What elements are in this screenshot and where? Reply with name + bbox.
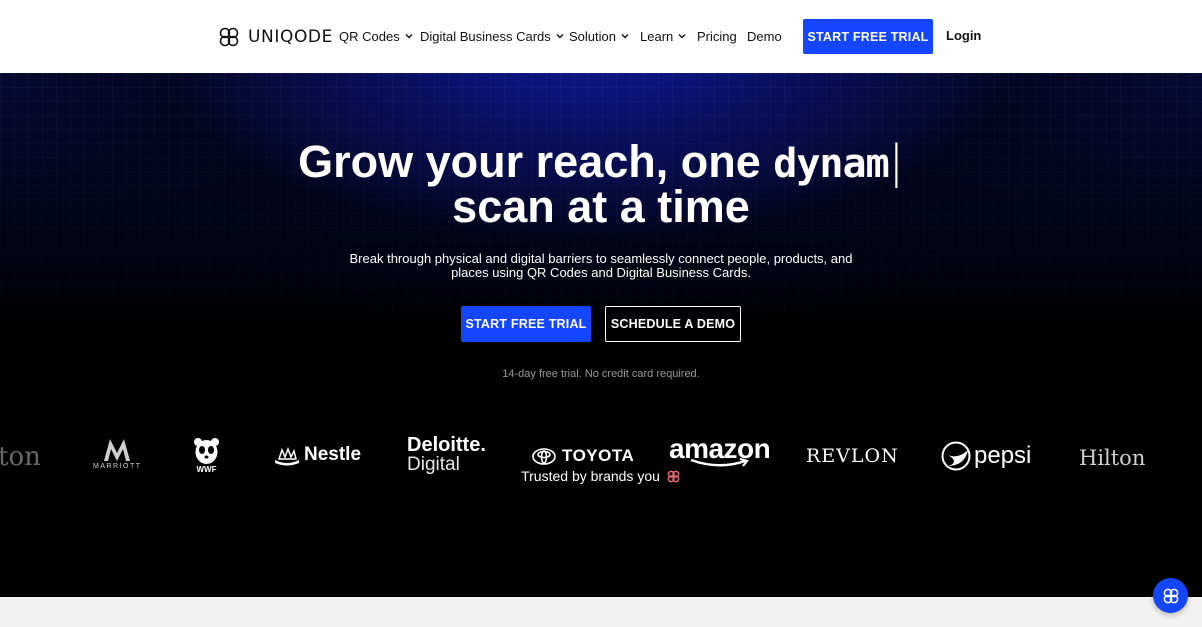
uniqode-logo[interactable]: UNIQODE — [217, 24, 333, 49]
marriott-text: MARRIOTT — [93, 463, 142, 470]
hero-subtext: Break through physical and digital barri… — [349, 251, 853, 280]
trial-note: 14-day free trial. No credit card requir… — [502, 368, 700, 380]
trusted-label: Trusted by brands you — [521, 468, 660, 484]
nav-qr-codes[interactable]: QR Codes — [339, 27, 414, 45]
nest-birds-icon — [275, 446, 299, 466]
revlon-logo: REVLON — [806, 445, 899, 467]
next-section-edge — [0, 597, 1202, 627]
panda-icon — [194, 438, 219, 465]
nav-pricing-label: Pricing — [697, 28, 737, 44]
hero-start-free-trial-button[interactable]: START FREE TRIAL — [461, 306, 591, 342]
pepsi-globe-icon — [941, 441, 971, 471]
pepsi-logo: pepsi — [941, 441, 1031, 471]
uniqode-chat-icon — [1163, 588, 1178, 603]
nav-demo-label: Demo — [747, 28, 782, 44]
chat-widget-button[interactable] — [1153, 578, 1188, 613]
heart-logo-icon — [667, 470, 680, 482]
marriott-logo: MARRIOTT — [93, 437, 142, 470]
nav-pricing[interactable]: Pricing — [697, 27, 737, 45]
uniqode-logo-icon — [219, 27, 239, 46]
nav-solution-label: Solution — [569, 28, 616, 44]
chevron-down-icon — [556, 34, 564, 39]
hilton-partial-text: ton — [0, 442, 41, 472]
schedule-demo-button[interactable]: SCHEDULE A DEMO — [605, 306, 741, 342]
nav-digital-business-cards[interactable]: Digital Business Cards — [420, 27, 565, 45]
hilton-logo-partial: ton — [0, 442, 41, 472]
deloitte-text: Deloitte. — [407, 434, 486, 456]
headline-line-2: scan at a time — [452, 181, 750, 232]
toyota-emblem-icon — [532, 447, 556, 465]
chevron-down-icon — [678, 34, 686, 39]
wwf-logo: WWF — [193, 437, 220, 474]
nav-learn[interactable]: Learn — [640, 27, 687, 45]
toyota-logo: TOYOTA — [532, 446, 634, 466]
nav-digital-business-cards-label: Digital Business Cards — [420, 28, 551, 44]
amazon-logo: amazon — [669, 435, 771, 468]
headline-line-1: Grow your reach, one dynam| — [0, 136, 1202, 187]
headline-static-text: Grow your reach, one — [298, 136, 774, 187]
revlon-text: REVLON — [806, 445, 899, 467]
nav-qr-codes-label: QR Codes — [339, 28, 400, 44]
logo-text: UNIQODE — [248, 26, 333, 47]
nav-start-free-trial-button[interactable]: START FREE TRIAL — [803, 19, 933, 54]
hilton-text: Hilton — [1079, 446, 1146, 470]
hero-section: Grow your reach, one dynam| scan at a ti… — [0, 73, 1202, 597]
hilton-logo: Hilton — [1079, 446, 1145, 470]
login-link[interactable]: Login — [946, 28, 981, 43]
top-navbar: UNIQODE QR Codes Digital Business Cards … — [0, 0, 1202, 73]
typing-caret: | — [888, 135, 904, 188]
nestle-logo: Nestle — [273, 444, 361, 466]
nav-solution[interactable]: Solution — [569, 27, 630, 45]
chevron-down-icon — [621, 34, 629, 39]
chevron-down-icon — [405, 34, 413, 39]
deloitte-digital-logo: Deloitte. Digital — [407, 435, 486, 475]
toyota-text: TOYOTA — [562, 446, 635, 465]
nestle-text: Nestle — [304, 444, 362, 465]
wwf-text: WWF — [196, 465, 217, 474]
headline-typed-word: dynam — [773, 141, 889, 187]
nav-learn-label: Learn — [640, 28, 674, 44]
pepsi-text: pepsi — [974, 442, 1032, 469]
deloitte-digital-text: Digital — [407, 454, 460, 475]
marriott-m-icon — [104, 439, 131, 461]
amazon-smile-arrow-icon — [690, 458, 749, 467]
hero-headline: Grow your reach, one dynam| scan at a ti… — [0, 139, 1202, 229]
nav-demo[interactable]: Demo — [747, 27, 782, 45]
